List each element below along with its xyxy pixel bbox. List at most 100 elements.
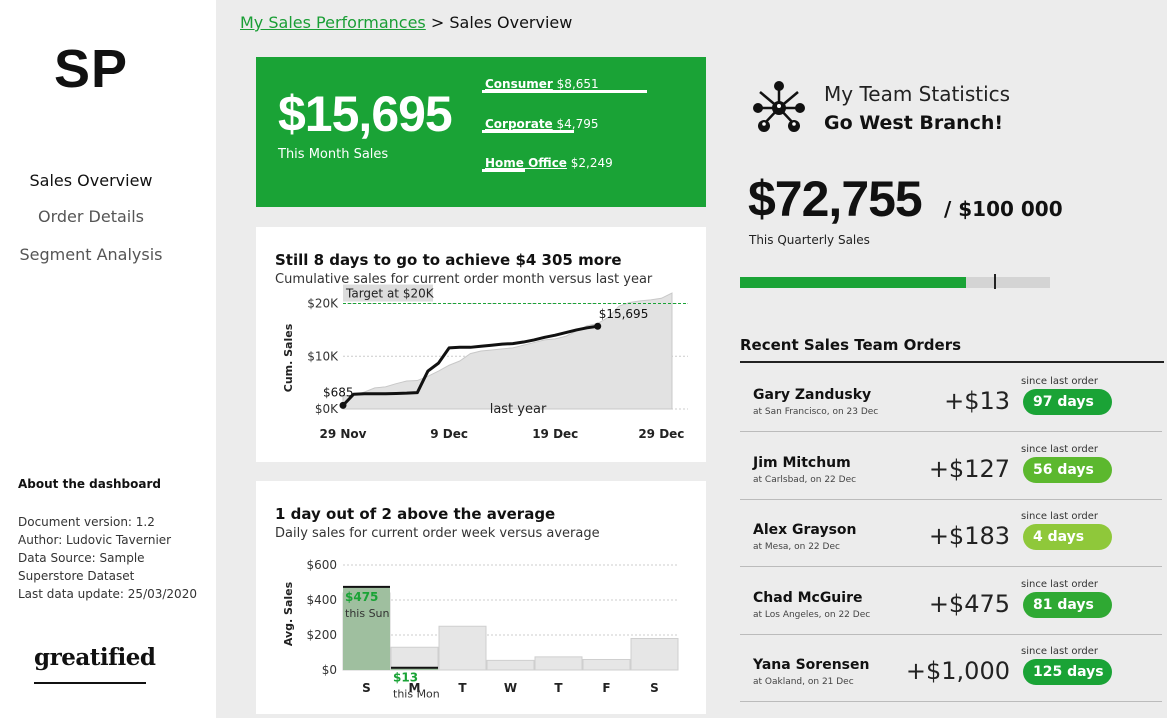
order-name: Yana Sorensen xyxy=(753,657,870,673)
since-last-order-label: since last order xyxy=(1021,511,1099,522)
nav-sales-overview[interactable]: Sales Overview xyxy=(0,171,182,190)
y-tick-label: $600 xyxy=(306,558,337,572)
y-axis-title: Avg. Sales xyxy=(282,581,295,646)
month-sales-card: $15,695 This Month Sales Consumer $8,651… xyxy=(256,57,706,207)
days-since-badge: 81 days xyxy=(1023,591,1112,618)
nav-order-details[interactable]: Order Details xyxy=(0,207,182,226)
order-amount: +$183 xyxy=(928,522,1010,550)
since-last-order-label: since last order xyxy=(1021,443,1099,455)
nav-segment-analysis[interactable]: Segment Analysis xyxy=(0,245,182,264)
current-bar-value: $13 xyxy=(393,671,418,685)
sidebar: SP Sales Overview Order Details Segment … xyxy=(0,0,216,718)
segment-bar-consumer xyxy=(482,90,647,93)
order-amount: +$13 xyxy=(944,387,1010,415)
segment-consumer: Consumer $8,651 xyxy=(485,77,599,91)
team-branch-name: Go West Branch! xyxy=(824,112,1004,134)
segment-name: Consumer xyxy=(485,77,553,91)
x-tick-label: S xyxy=(362,681,371,695)
about-line: Data Source: Sample xyxy=(18,551,145,565)
y-tick-label: $0 xyxy=(322,663,337,677)
order-row[interactable]: Gary Zandusky at San Francisco, on 23 Dec… xyxy=(740,365,1162,432)
y-tick-label: $20K xyxy=(307,297,339,311)
cumulative-chart: $0K $10K $20K 29 Nov 9 Dec 19 Dec 29 Dec Cum. S… xyxy=(282,284,688,441)
breadcrumb-current: > Sales Overview xyxy=(430,13,573,32)
app-logo: SP xyxy=(53,39,129,99)
segment-home-office: Home Office $2,249 xyxy=(485,156,613,170)
segment-value: $4,795 xyxy=(556,117,599,131)
order-row[interactable]: Chad McGuire at Los Angeles, on 22 Dec +$4… xyxy=(740,568,1162,635)
about-line: Last data update: 25/03/2020 xyxy=(18,587,197,601)
days-since-badge: 125 days xyxy=(1023,659,1112,685)
order-row[interactable]: Alex Grayson at Mesa, on 22 Dec +$183 since… xyxy=(740,500,1162,567)
quarterly-progress-bar xyxy=(740,274,1050,289)
order-name: Jim Mitchum xyxy=(753,454,851,471)
x-tick-label: 19 Dec xyxy=(532,427,578,441)
order-location: at Carlsbad, on 22 Dec xyxy=(753,474,857,485)
order-location: at San Francisco, on 23 Dec xyxy=(753,407,879,417)
days-since-badge: 56 days xyxy=(1023,456,1112,483)
order-amount: +$475 xyxy=(928,589,1010,618)
x-tick-label: T xyxy=(458,681,467,695)
x-tick-label: S xyxy=(650,681,659,695)
since-last-order-label: since last order xyxy=(1021,578,1099,590)
month-sales-label: This Month Sales xyxy=(278,147,389,162)
days-since-badge: 4 days xyxy=(1023,524,1112,550)
quarterly-sales-label: This Quarterly Sales xyxy=(749,233,870,247)
average-bar xyxy=(486,659,535,671)
current-bar-sublabel: this Mon xyxy=(393,688,440,701)
segment-value: $8,651 xyxy=(556,77,599,91)
recent-orders-title: Recent Sales Team Orders xyxy=(740,336,962,354)
current-end-point xyxy=(594,322,602,330)
order-location: at Mesa, on 22 Dec xyxy=(753,542,840,552)
segment-corporate: Corporate $4,795 xyxy=(485,117,599,131)
since-last-order-label: since last order xyxy=(1021,646,1099,657)
brand-logo: greatified xyxy=(34,644,156,671)
quarterly-target: / $100 000 xyxy=(944,197,1063,221)
progress-target-marker xyxy=(994,274,997,289)
x-tick-label: 29 Dec xyxy=(638,427,684,441)
about-title: About the dashboard xyxy=(18,477,161,491)
y-tick-label: $200 xyxy=(306,628,337,642)
order-row[interactable]: Yana Sorensen at Oakland, on 21 Dec +$1,00… xyxy=(740,635,1162,702)
order-amount: +$1,000 xyxy=(905,657,1010,685)
average-bar xyxy=(534,656,583,671)
month-sales-value: $15,695 xyxy=(278,86,453,142)
about-line: Author: Ludovic Tavernier xyxy=(18,533,172,547)
cumulative-sales-card: Still 8 days to go to achieve $4 305 mor… xyxy=(256,227,706,462)
segment-name: Home Office xyxy=(485,156,567,170)
breadcrumb: My Sales Performances > Sales Overview xyxy=(240,13,572,32)
brand-underline xyxy=(34,682,146,684)
y-tick-label: $400 xyxy=(306,593,337,607)
daily-chart: $0$200$400$600Avg. SalesS M T W T F S$475this … xyxy=(282,558,679,701)
average-bar xyxy=(390,646,439,671)
order-row[interactable]: Jim Mitchum at Carlsbad, on 22 Dec +$127 si… xyxy=(740,433,1162,500)
order-amount: +$127 xyxy=(928,454,1010,483)
segment-value: $2,249 xyxy=(570,156,613,170)
x-tick-label: W xyxy=(504,681,517,695)
about-line: Document version: 1.2 xyxy=(18,515,155,529)
team-network-icon xyxy=(753,81,805,132)
recent-orders-divider xyxy=(740,361,1164,363)
quarterly-sales-value: $72,755 xyxy=(748,171,923,227)
current-start-label: $685 xyxy=(323,385,354,399)
x-tick-label: 9 Dec xyxy=(430,427,468,441)
about-text: Document version: 1.2 Author: Ludovic Ta… xyxy=(18,513,208,603)
y-tick-label: $10K xyxy=(307,349,339,363)
current-end-label: $15,695 xyxy=(599,307,649,321)
breadcrumb-link[interactable]: My Sales Performances xyxy=(240,13,426,32)
target-label: Target at $20K xyxy=(345,287,435,301)
x-tick-label: 29 Nov xyxy=(320,427,367,441)
segment-bar-home-office xyxy=(482,169,525,172)
order-name: Alex Grayson xyxy=(753,522,857,538)
series-last-year-label: last year xyxy=(490,402,547,417)
current-bar-sublabel: this Sun xyxy=(345,607,390,620)
y-tick-label: $0K xyxy=(315,402,339,416)
progress-fill xyxy=(740,277,966,288)
average-bar xyxy=(438,625,487,671)
x-tick-label: F xyxy=(602,681,610,695)
average-bar xyxy=(630,638,679,671)
about-line: Superstore Dataset xyxy=(18,569,135,583)
order-location: at Los Angeles, on 22 Dec xyxy=(753,609,871,620)
since-last-order-label: since last order xyxy=(1021,376,1099,387)
daily-sales-card: 1 day out of 2 above the average Daily s… xyxy=(256,481,706,714)
